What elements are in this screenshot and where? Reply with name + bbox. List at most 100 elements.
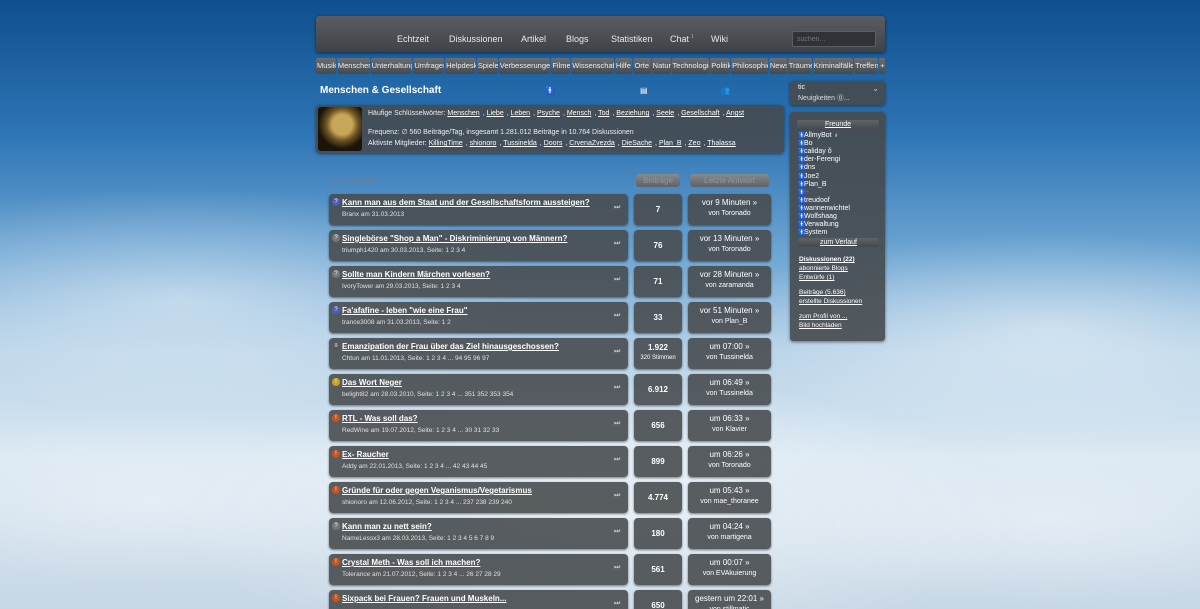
thread-last-reply[interactable]: vor 28 Minuten » von zaramanda [688,266,771,297]
group-icon[interactable]: 👥 [720,86,730,95]
category-musik[interactable]: Musik [316,58,336,74]
thread-last-reply[interactable]: vor 51 Minuten » von Plan_B [688,302,771,333]
category-more-button[interactable]: + [879,58,886,74]
jump-to-end-icon[interactable]: ⏭ [614,384,620,392]
friend-item[interactable]: 🚹Joe2 [798,173,819,180]
thread-main[interactable]: ? Kann man zu nett sein? NameLessx3 am 28.… [329,518,628,549]
category-filme[interactable]: Filme [551,58,571,74]
thread-main[interactable]: ? Singlebörse "Shop a Man" - Diskriminier… [329,230,628,261]
keyword-link[interactable]: Gesellschaft [681,110,720,117]
thread-title-link[interactable]: Fa'afafine - leben "wie eine Frau" [342,306,468,315]
sidebar-link[interactable]: Diskussionen (22) [799,256,855,263]
chevron-down-icon[interactable]: ⌄ [872,84,879,93]
person-icon[interactable]: 🚹 [545,86,555,95]
thread-title-link[interactable]: Singlebörse "Shop a Man" - Diskriminieru… [342,234,567,243]
member-link[interactable]: CrvenaZvezda [569,140,615,147]
keyword-link[interactable]: Psyche [537,110,560,117]
notifications-link[interactable]: Neuigkeiten ⓪... [798,93,850,103]
category-wissenschaft[interactable]: Wissenschaft [571,58,614,74]
nav-echtzeit[interactable]: Echtzeit [397,34,429,44]
category-menschen[interactable]: Menschen [336,58,370,74]
keyword-link[interactable]: Liebe [487,110,504,117]
thread-last-reply[interactable]: vor 9 Minuten » von Toronado [688,194,771,225]
thread-row[interactable]: ≡ Emanzipation der Frau über das Ziel hin… [329,338,771,369]
nav-wiki[interactable]: Wiki [711,34,728,44]
member-link[interactable]: Tussinelda [503,140,537,147]
friend-item[interactable]: 🚹dns [798,164,815,171]
friend-item[interactable]: 🚹System [798,229,827,236]
category-verbesserungen[interactable]: Verbesserungen [498,58,551,74]
jump-to-end-icon[interactable]: ⏭ [614,240,620,248]
user-menu[interactable]: tic Neuigkeiten ⓪... ⌄ [790,81,885,105]
thread-title-link[interactable]: Emanzipation der Frau über das Ziel hina… [342,342,559,351]
category-politik[interactable]: Politik [710,58,731,74]
member-link[interactable]: DieSache [622,140,652,147]
keyword-link[interactable]: Beziehung [616,110,649,117]
nav-diskussionen[interactable]: Diskussionen [449,34,503,44]
rss-icon[interactable]: ▤ [640,86,648,95]
category-unterhaltung[interactable]: Unterhaltung [370,58,413,74]
thread-row[interactable]: ? Fa'afafine - leben "wie eine Frau" tranc… [329,302,771,333]
thread-main[interactable]: ! RTL - Was soll das? RedWine am 19.07.201… [329,410,628,441]
jump-to-end-icon[interactable]: ⏭ [614,564,620,572]
category-natur[interactable]: Natur [651,58,671,74]
sidebar-link[interactable]: Bild hochladen [799,322,842,329]
jump-to-end-icon[interactable]: ⏭ [614,456,620,464]
friend-item[interactable]: 🚹Bo [798,140,813,147]
thread-last-reply[interactable]: um 06:49 » von Tussinelda [688,374,771,405]
sidebar-link[interactable]: Beiträge (5.636) [799,289,846,296]
thread-row[interactable]: ! Das Wort Neger belight82 am 28.03.2010, … [329,374,771,405]
friend-item[interactable]: 🚹der-Ferengi [798,156,840,163]
thread-main[interactable]: ? Kann man aus dem Staat und der Gesellsc… [329,194,628,225]
thread-last-reply[interactable]: um 06:26 » von Toronado [688,446,771,477]
category-technologie[interactable]: Technologie [671,58,710,74]
thread-row[interactable]: ? Kann man zu nett sein? NameLessx3 am 28.… [329,518,771,549]
thread-title-link[interactable]: RTL - Was soll das? [342,414,418,423]
thread-row[interactable]: ! Gründe für oder gegen Veganismus/Vegeta… [329,482,771,513]
thread-title-link[interactable]: Sixpack bei Frauen? Frauen und Muskeln..… [342,594,506,603]
thread-row[interactable]: ? Sollte man Kindern Märchen vorlesen? Ivo… [329,266,771,297]
sidebar-link[interactable]: abonnierte Blogs [799,265,848,272]
thread-main[interactable]: ! Sixpack bei Frauen? Frauen und Muskeln.… [329,590,628,609]
sidebar-link[interactable]: Entwürfe (1) [799,274,834,281]
thread-row[interactable]: ! Crystal Meth - Was soll ich machen? Tole… [329,554,771,585]
thread-last-reply[interactable]: um 07:00 » von Tussinelda [688,338,771,369]
category-spiele[interactable]: Spiele [476,58,498,74]
thread-title-link[interactable]: Kann man aus dem Staat und der Gesellsch… [342,198,590,207]
member-link[interactable]: Plan_B [659,140,682,147]
category-helpdesk[interactable]: Helpdesk [445,58,476,74]
thread-title-link[interactable]: Gründe für oder gegen Veganismus/Vegetar… [342,486,532,495]
category-kriminalfaelle[interactable]: Kriminalfälle [812,58,854,74]
sidebar-link[interactable]: zum Profil von ... [799,313,847,320]
jump-to-end-icon[interactable]: ⏭ [614,600,620,608]
thread-row[interactable]: ! RTL - Was soll das? RedWine am 19.07.201… [329,410,771,441]
thread-row[interactable]: ? Singlebörse "Shop a Man" - Diskriminier… [329,230,771,261]
friend-item[interactable]: 🚹AllmyBot ♁ [798,132,839,139]
nav-chat[interactable]: Chat 1 [670,34,694,44]
thread-main[interactable]: ! Das Wort Neger belight82 am 28.03.2010, … [329,374,628,405]
keyword-link[interactable]: Tod [598,110,609,117]
category-hilfe[interactable]: Hilfe [614,58,632,74]
thread-title-link[interactable]: Sollte man Kindern Märchen vorlesen? [342,270,490,279]
jump-to-end-icon[interactable]: ⏭ [614,420,620,428]
thread-last-reply[interactable]: um 00:07 » von EVAkuierung [688,554,771,585]
thread-main[interactable]: ? Fa'afafine - leben "wie eine Frau" tranc… [329,302,628,333]
thread-main[interactable]: ! Gründe für oder gegen Veganismus/Vegeta… [329,482,628,513]
thread-main[interactable]: ? Sollte man Kindern Märchen vorlesen? Ivo… [329,266,628,297]
jump-to-end-icon[interactable]: ⏭ [614,528,620,536]
keyword-link[interactable]: Mensch [567,110,592,117]
member-link[interactable]: KillingTime [429,140,463,147]
member-link[interactable]: Zeo [688,140,700,147]
nav-blogs[interactable]: Blogs [566,34,589,44]
sort-last-reply-button[interactable]: Letzte Antwort [690,174,769,187]
member-link[interactable]: Thalassa [707,140,735,147]
thread-title-link[interactable]: Ex- Raucher [342,450,389,459]
thread-title-link[interactable]: Crystal Meth - Was soll ich machen? [342,558,480,567]
category-umfragen[interactable]: Umfragen [413,58,445,74]
thread-main[interactable]: ≡ Emanzipation der Frau über das Ziel hin… [329,338,628,369]
member-link[interactable]: shionoro [470,140,497,147]
thread-main[interactable]: ! Ex- Raucher Addy am 22.01.2013, Seite: 1… [329,446,628,477]
keyword-link[interactable]: Leben [511,110,530,117]
category-traeume[interactable]: Träume [787,58,812,74]
friend-item[interactable]: 🚹Plan_B [798,181,827,188]
